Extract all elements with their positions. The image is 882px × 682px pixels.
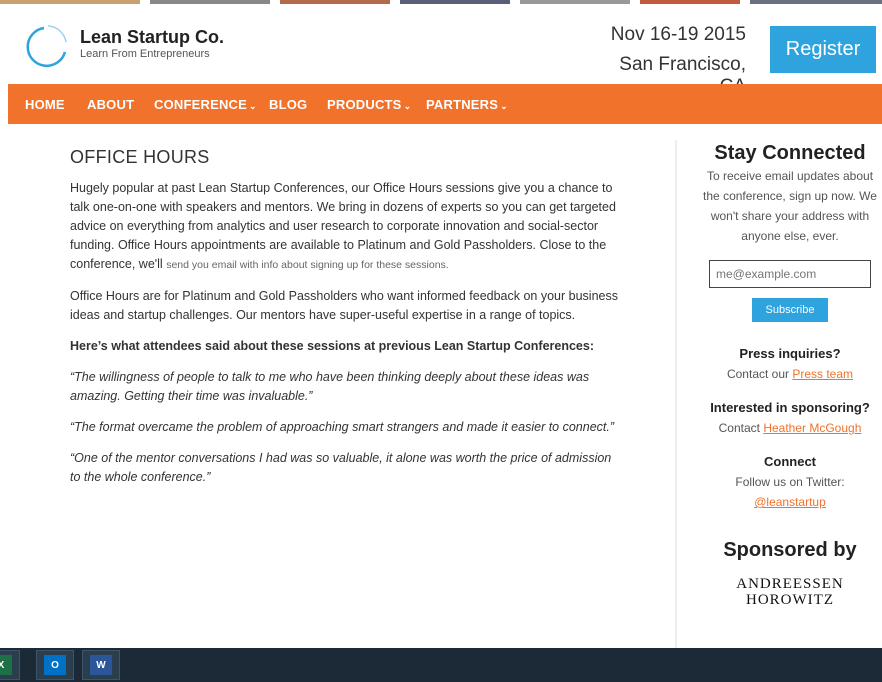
taskbar: X O W xyxy=(0,648,882,682)
testimonial-quote: “The format overcame the problem of appr… xyxy=(70,420,615,434)
nav-home[interactable]: HOME xyxy=(25,97,65,112)
stay-connected-title: Stay Connected xyxy=(714,142,866,164)
event-date: Nov 16-19 2015 xyxy=(610,24,746,45)
testimonial-quote: “The willingness of people to talk to me… xyxy=(70,370,590,403)
excel-icon: X xyxy=(0,655,12,675)
taskbar-excel[interactable]: X xyxy=(0,650,20,680)
chevron-down-icon: ⌄ xyxy=(403,101,412,111)
logo-circle-icon xyxy=(26,25,67,68)
nav-about[interactable]: ABOUT xyxy=(87,97,134,112)
email-field[interactable] xyxy=(709,260,871,288)
chevron-down-icon: ⌄ xyxy=(249,101,257,111)
taskbar-outlook[interactable]: O xyxy=(36,650,74,680)
signup-note: send you email with info about signing u… xyxy=(166,259,449,271)
connect-title: Connect xyxy=(764,454,816,469)
testimonials-heading: Here’s what attendees said about these s… xyxy=(70,339,594,353)
register-button[interactable]: Register xyxy=(770,26,876,73)
press-team-link[interactable]: Press team xyxy=(792,367,853,381)
press-title: Press inquiries? xyxy=(739,346,841,361)
word-icon: W xyxy=(90,655,112,675)
top-image-strip xyxy=(0,0,882,10)
logo-name: Lean Startup Co. xyxy=(80,27,225,47)
site-logo[interactable]: Lean Startup Co. Learn From Entrepreneur… xyxy=(24,22,254,72)
testimonial-quote: “One of the mentor conversations I had w… xyxy=(70,451,612,484)
sidebar-divider xyxy=(675,140,677,655)
main-content: OFFICE HOURS Hugely popular at past Lean… xyxy=(70,148,622,499)
twitter-link[interactable]: @leanstartup xyxy=(754,495,826,509)
page-title: OFFICE HOURS xyxy=(70,147,210,167)
eligibility-paragraph: Office Hours are for Platinum and Gold P… xyxy=(70,289,618,322)
subscribe-button[interactable]: Subscribe xyxy=(752,298,828,322)
nav-blog[interactable]: BLOG xyxy=(269,97,307,112)
sponsor-logo[interactable]: ANDREESSEN HOROWITZ xyxy=(698,576,882,608)
logo-tagline: Learn From Entrepreneurs xyxy=(80,48,210,60)
site-header: Lean Startup Co. Learn From Entrepreneur… xyxy=(0,10,882,97)
outlook-icon: O xyxy=(44,655,66,675)
intro-paragraph: Hugely popular at past Lean Startup Conf… xyxy=(70,181,616,271)
main-nav: HOME ABOUT CONFERENCE ⌄ BLOG PRODUCTS ⌄ PA… xyxy=(8,84,882,124)
connect-text: Follow us on Twitter: xyxy=(735,475,845,489)
sponsoring-text: Contact Heather McGough xyxy=(718,421,862,435)
nav-conference[interactable]: CONFERENCE ⌄ xyxy=(154,97,257,112)
sponsored-by-title: Sponsored by xyxy=(723,539,857,561)
nav-partners[interactable]: PARTNERS ⌄ xyxy=(426,97,508,112)
sponsoring-title: Interested in sponsoring? xyxy=(710,400,870,415)
heather-mcgough-link[interactable]: Heather McGough xyxy=(763,421,861,435)
nav-products[interactable]: PRODUCTS ⌄ xyxy=(327,97,411,112)
sidebar: Stay Connected To receive email updates … xyxy=(698,140,882,608)
press-text: Contact our Press team xyxy=(726,367,854,381)
chevron-down-icon: ⌄ xyxy=(500,101,508,111)
stay-connected-text: To receive email updates about the confe… xyxy=(703,169,877,243)
taskbar-word[interactable]: W xyxy=(82,650,120,680)
